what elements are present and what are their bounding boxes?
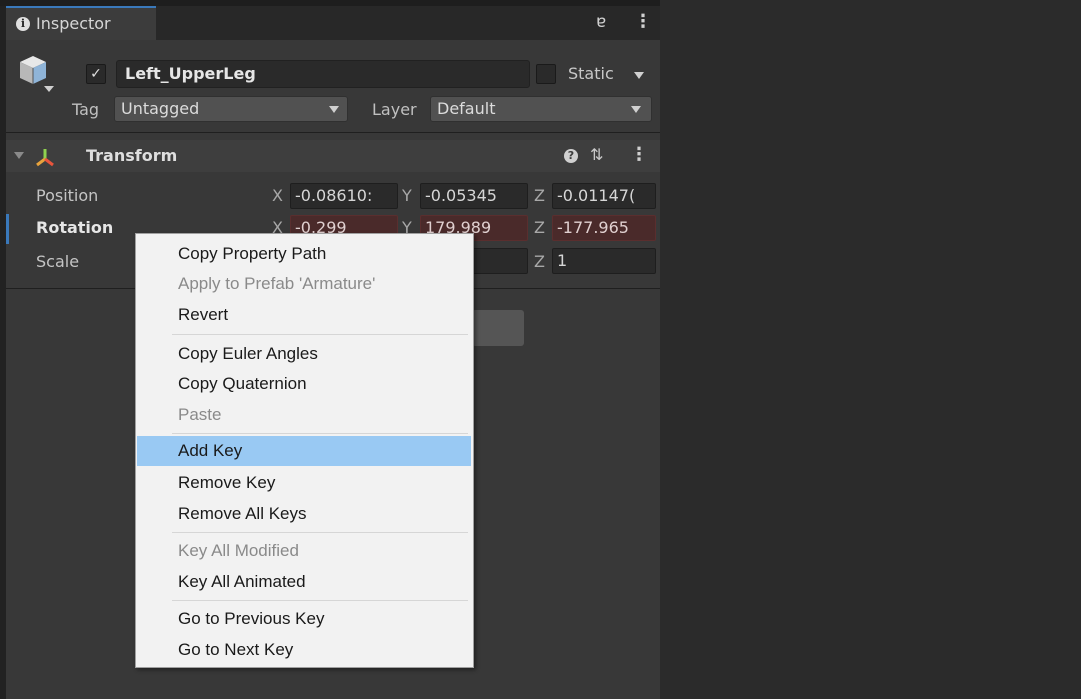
tag-value: Untagged: [121, 99, 200, 118]
tag-label: Tag: [72, 100, 100, 119]
position-z-field[interactable]: -0.01147(: [552, 183, 656, 209]
menu-item-key-all-modified: Key All Modified: [178, 541, 299, 560]
menu-item-copy-property-path[interactable]: Copy Property Path: [137, 239, 471, 269]
static-checkbox[interactable]: [536, 64, 556, 84]
gameobject-cube-icon[interactable]: [18, 54, 48, 86]
info-icon: i: [16, 17, 30, 31]
menu-item-add-key[interactable]: Add Key: [137, 436, 471, 466]
position-y-field[interactable]: -0.05345: [420, 183, 528, 209]
icon-dropdown-arrow-icon[interactable]: [44, 86, 54, 92]
axis-z-label[interactable]: Z: [534, 186, 545, 205]
dropdown-arrow-icon: [631, 106, 641, 113]
axis-x-label[interactable]: X: [272, 186, 283, 205]
position-label: Position: [36, 186, 99, 205]
menu-separator: [172, 532, 468, 533]
rotation-label: Rotation: [36, 218, 114, 237]
add-component-button[interactable]: [472, 310, 524, 346]
menu-item-revert[interactable]: Revert: [137, 300, 471, 330]
presets-icon[interactable]: ⇅: [590, 145, 603, 164]
transform-axes-icon: [36, 149, 54, 167]
more-vert-icon[interactable]: ⋮: [634, 11, 652, 32]
tab-label: Inspector: [36, 14, 111, 33]
axis-z-label[interactable]: Z: [534, 218, 545, 237]
menu-separator: [172, 600, 468, 601]
rotation-z-field[interactable]: -177.965: [552, 215, 656, 241]
tab-inspector[interactable]: i Inspector: [6, 6, 156, 40]
component-title: Transform: [86, 146, 178, 165]
tab-bar: i Inspector ɐ ⋮: [6, 6, 660, 40]
menu-item-apply-to-prefab: Apply to Prefab 'Armature': [178, 274, 376, 293]
axis-y-label[interactable]: Y: [402, 186, 412, 205]
menu-separator: [172, 334, 468, 335]
layer-value: Default: [437, 99, 496, 118]
transform-header[interactable]: Transform ? ⇅ ⋮: [6, 140, 660, 172]
dropdown-arrow-icon: [329, 106, 339, 113]
layer-label: Layer: [372, 100, 417, 119]
menu-item-copy-quaternion[interactable]: Copy Quaternion: [137, 369, 471, 399]
active-checkbox[interactable]: ✓: [86, 64, 106, 84]
menu-item-go-to-next-key[interactable]: Go to Next Key: [137, 635, 471, 665]
divider: [6, 132, 660, 133]
modified-indicator: [6, 214, 9, 244]
checkmark-icon: ✓: [90, 66, 102, 82]
menu-item-copy-euler-angles[interactable]: Copy Euler Angles: [137, 339, 471, 369]
menu-item-remove-key[interactable]: Remove Key: [137, 468, 471, 498]
help-icon[interactable]: ?: [564, 149, 578, 163]
tag-dropdown[interactable]: Untagged: [114, 96, 348, 122]
menu-item-key-all-animated[interactable]: Key All Animated: [137, 567, 471, 597]
foldout-arrow-icon[interactable]: [14, 152, 24, 159]
static-dropdown-arrow-icon[interactable]: [634, 72, 644, 79]
menu-separator: [172, 433, 468, 434]
position-x-field[interactable]: -0.08610:: [290, 183, 398, 209]
layer-dropdown[interactable]: Default: [430, 96, 652, 122]
context-menu: Copy Property Path Apply to Prefab 'Arma…: [135, 233, 474, 668]
axis-z-label[interactable]: Z: [534, 252, 545, 271]
scale-z-field[interactable]: 1: [552, 248, 656, 274]
scale-label: Scale: [36, 252, 80, 271]
menu-item-remove-all-keys[interactable]: Remove All Keys: [137, 499, 471, 529]
menu-item-go-to-previous-key[interactable]: Go to Previous Key: [137, 604, 471, 634]
static-label: Static: [568, 64, 614, 83]
lock-icon[interactable]: ɐ: [596, 12, 606, 32]
menu-item-paste: Paste: [178, 405, 222, 424]
more-vert-icon[interactable]: ⋮: [630, 144, 648, 165]
object-name-field[interactable]: Left_UpperLeg: [116, 60, 530, 88]
